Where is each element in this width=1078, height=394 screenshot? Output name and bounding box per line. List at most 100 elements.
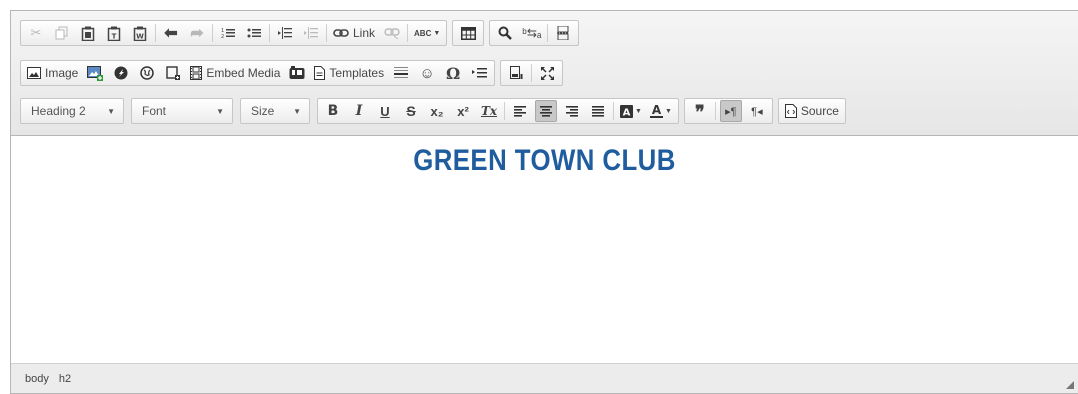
bold-button[interactable]: B	[322, 100, 344, 122]
source-button[interactable]: Source	[783, 100, 841, 122]
path-item-h2[interactable]: h2	[59, 373, 71, 385]
separator	[714, 102, 716, 120]
globe-icon	[140, 66, 155, 80]
svg-text:A: A	[652, 104, 662, 117]
spellcheck-button[interactable]: ABC ▼	[412, 22, 442, 44]
undo-button[interactable]: ⬅	[160, 22, 182, 44]
clipboard-group: ✂ T W ⬅ ➦ 12 Link ABC ▼	[20, 20, 448, 46]
embed-media-button[interactable]: Embed Media	[188, 62, 282, 84]
insert-list-icon	[471, 68, 487, 78]
maximize-button[interactable]	[536, 62, 558, 84]
svg-text:A: A	[623, 107, 631, 118]
toolbar-row-3: Heading 2 ▼ Font ▼ Size ▼ B I U S x₂ x² …	[20, 97, 851, 125]
templates-button[interactable]: Templates	[312, 62, 386, 84]
table-group	[452, 20, 485, 46]
underline-button[interactable]: U	[374, 100, 396, 122]
spellcheck-icon: ABC	[414, 28, 432, 38]
svg-text:W: W	[136, 32, 144, 40]
bulleted-list-icon	[247, 28, 261, 38]
show-blocks-button[interactable]	[505, 62, 527, 84]
background-color-icon: A	[620, 104, 633, 118]
video-icon	[289, 66, 305, 79]
image-button[interactable]: Image	[25, 62, 80, 84]
justify-button[interactable]	[587, 100, 609, 122]
separator	[504, 102, 505, 120]
omega-icon: Ω	[445, 63, 461, 83]
strikethrough-button[interactable]: S	[400, 100, 422, 122]
paste-word-button[interactable]: W	[129, 22, 151, 44]
replace-button[interactable]: ᵇ⇆ₐ	[520, 22, 543, 44]
subscript-button[interactable]: x₂	[426, 100, 448, 122]
superscript-button[interactable]: x²	[452, 100, 474, 122]
bulleted-list-button[interactable]	[243, 22, 265, 44]
remove-format-button[interactable]: Tx	[478, 100, 500, 122]
image-label: Image	[45, 66, 79, 80]
separator	[155, 24, 156, 42]
decrease-indent-button[interactable]	[274, 22, 296, 44]
flash-button[interactable]	[110, 62, 132, 84]
paste-text-icon: T	[107, 26, 121, 41]
page-heading[interactable]: GREEN TOWN CLUB	[86, 144, 1004, 178]
image-manager-button[interactable]	[84, 62, 106, 84]
table-icon	[460, 26, 476, 40]
chevron-down-icon: ▼	[107, 106, 115, 116]
link-button[interactable]: Link	[331, 22, 377, 44]
subscript-icon: x₂	[430, 103, 444, 119]
insert-block-icon	[166, 66, 181, 80]
show-blocks-icon	[509, 66, 523, 79]
font-dropdown[interactable]: Font ▼	[131, 98, 233, 124]
cut-button[interactable]: ✂	[25, 22, 47, 44]
maximize-icon	[540, 66, 554, 80]
view-group	[500, 60, 564, 86]
paste-button[interactable]	[77, 22, 99, 44]
find-button[interactable]	[494, 22, 516, 44]
resize-handle[interactable]	[1066, 381, 1074, 389]
snippet-button[interactable]	[162, 62, 184, 84]
separator	[407, 24, 409, 42]
justify-icon	[592, 105, 604, 117]
format-dropdown[interactable]: Heading 2 ▼	[20, 98, 124, 124]
background-color-button[interactable]: A ▼	[618, 100, 644, 122]
source-code-icon	[784, 104, 797, 118]
image-add-icon	[87, 66, 104, 81]
document-icon	[314, 66, 326, 80]
superscript-icon: x²	[457, 103, 469, 119]
path-item-body[interactable]: body	[25, 373, 49, 385]
increase-indent-button[interactable]	[300, 22, 322, 44]
rtl-button[interactable]: ¶◂	[746, 100, 768, 122]
special-char-button[interactable]: Ω	[442, 62, 464, 84]
page-break-insert-button[interactable]	[468, 62, 490, 84]
copy-button[interactable]	[51, 22, 73, 44]
smiley-button[interactable]: ☺	[416, 62, 438, 84]
blockquote-button[interactable]: ❞	[689, 100, 711, 122]
numbered-list-button[interactable]: 12	[217, 22, 239, 44]
align-right-button[interactable]	[561, 100, 583, 122]
separator	[326, 24, 327, 42]
youtube-button[interactable]	[286, 62, 308, 84]
ltr-icon: ▸¶	[725, 105, 737, 118]
editor-content-area[interactable]: GREEN TOWN CLUB	[11, 136, 1078, 364]
image-icon	[27, 67, 41, 79]
horizontal-line-button[interactable]	[390, 62, 412, 84]
replace-icon: ᵇ⇆ₐ	[522, 26, 542, 40]
numbered-list-icon: 12	[221, 28, 235, 39]
redo-button[interactable]: ➦	[186, 22, 208, 44]
scissors-icon: ✂	[30, 25, 42, 40]
ltr-button[interactable]: ▸¶	[719, 100, 742, 122]
iframe-button[interactable]	[136, 62, 158, 84]
table-button[interactable]	[457, 22, 479, 44]
text-color-button[interactable]: A ▼	[648, 100, 674, 122]
unlink-icon	[384, 28, 400, 39]
size-dropdown[interactable]: Size ▼	[240, 98, 310, 124]
paste-text-button[interactable]: T	[103, 22, 125, 44]
source-label: Source	[800, 104, 839, 118]
align-center-button[interactable]	[535, 100, 557, 122]
link-label: Link	[353, 26, 376, 40]
align-left-button[interactable]	[509, 100, 531, 122]
underline-icon: U	[380, 103, 390, 119]
bold-icon: B	[327, 103, 339, 119]
italic-button[interactable]: I	[348, 100, 370, 122]
unlink-button[interactable]	[381, 22, 403, 44]
element-path-bar: body h2	[11, 363, 1078, 393]
page-break-button[interactable]	[552, 22, 574, 44]
